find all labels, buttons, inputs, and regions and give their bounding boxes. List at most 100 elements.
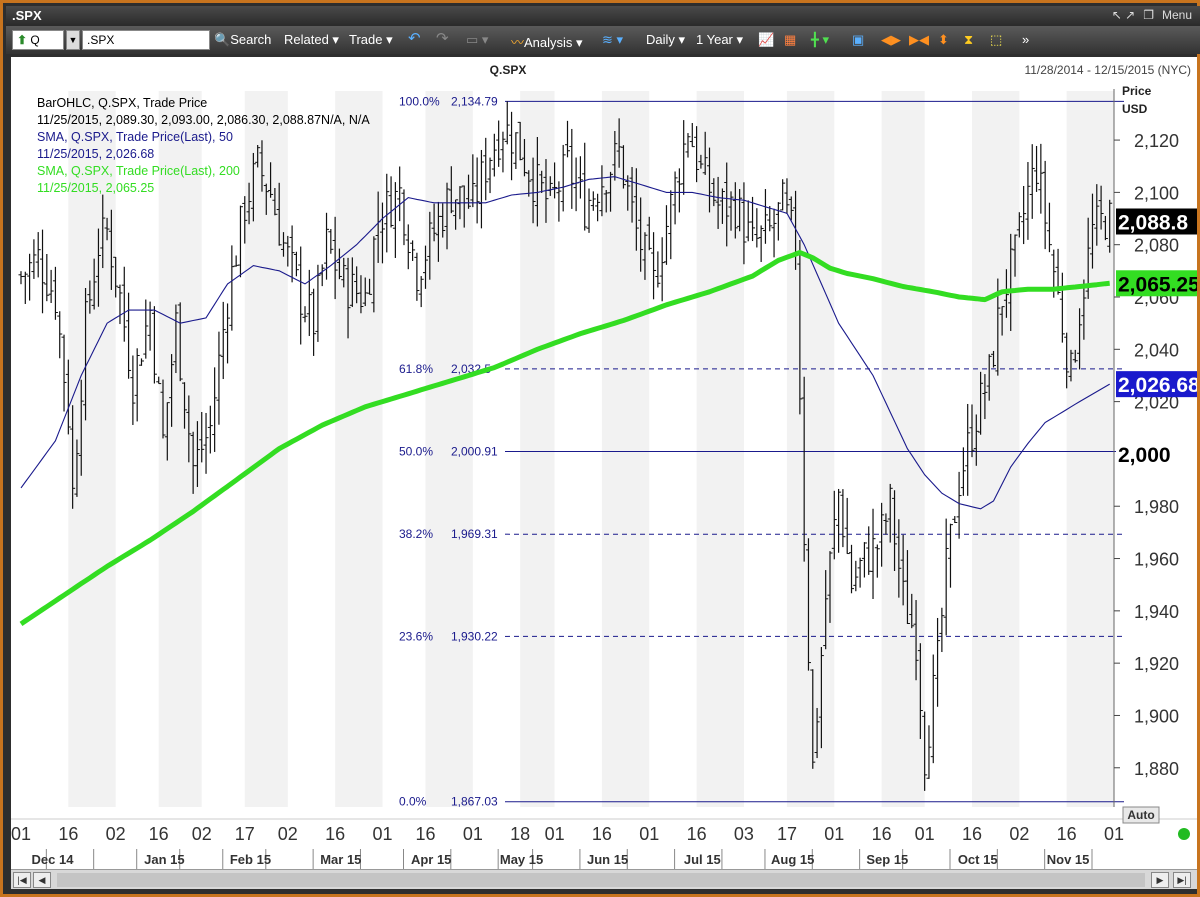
month-label: Jan 15 bbox=[144, 852, 184, 867]
price-badge-label: 2,000 bbox=[1118, 444, 1171, 467]
time-tick-label: 02 bbox=[106, 824, 126, 844]
month-label: Dec 14 bbox=[32, 852, 75, 867]
fib-value-label: 2,134.79 bbox=[451, 94, 498, 108]
chart-window: .SPX ↖ ↗ ❐ Menu ⬆ Q ▼ 🔍Search Related ▾ … bbox=[0, 0, 1200, 897]
legend-line: 11/25/2015, 2,089.30, 2,093.00, 2,086.30… bbox=[37, 113, 370, 127]
symbol-prefix-box[interactable]: ⬆ Q bbox=[12, 30, 64, 50]
search-button[interactable]: 🔍Search bbox=[214, 32, 271, 48]
price-tick-label: 2,080 bbox=[1134, 236, 1179, 256]
fib-pct-label: 100.0% bbox=[399, 94, 440, 108]
symbol-input[interactable] bbox=[82, 30, 210, 50]
fib-pct-label: 61.8% bbox=[399, 362, 433, 376]
redo-icon[interactable]: ↷ bbox=[436, 29, 449, 47]
arrows-icon[interactable]: ↖ ↗ bbox=[1112, 8, 1135, 22]
scroll-track[interactable] bbox=[57, 873, 1145, 887]
time-tick-label: 01 bbox=[11, 824, 31, 844]
hourglass-icon[interactable]: ⧗ bbox=[964, 32, 973, 48]
auto-scale-label: Auto bbox=[1127, 808, 1154, 822]
price-tick-label: 1,920 bbox=[1134, 654, 1179, 674]
grid-band bbox=[1066, 91, 1114, 807]
month-label: Aug 15 bbox=[771, 852, 814, 867]
restore-icon[interactable]: ❐ bbox=[1143, 8, 1154, 22]
time-tick-label: 16 bbox=[325, 824, 345, 844]
price-tick-label: 1,880 bbox=[1134, 759, 1179, 779]
toolbar: ⬆ Q ▼ 🔍Search Related ▾ Trade ▾ ↶ ↷ ▭ ▾ … bbox=[6, 26, 1200, 54]
grid-band bbox=[601, 91, 650, 807]
time-tick-label: 01 bbox=[639, 824, 659, 844]
analysis-button[interactable]: 〰Analysis ▾ bbox=[511, 32, 583, 51]
line-chart-icon[interactable]: 📈 bbox=[758, 32, 774, 48]
fib-pct-label: 38.2% bbox=[399, 527, 433, 541]
range-dropdown[interactable]: 1 Year ▾ bbox=[696, 32, 743, 48]
month-label: Apr 15 bbox=[411, 852, 451, 867]
price-tick-label: 2,100 bbox=[1134, 183, 1179, 203]
scroll-right-button[interactable]: ▶ bbox=[1151, 872, 1169, 888]
month-label: Sep 15 bbox=[866, 852, 908, 867]
month-label: Oct 15 bbox=[958, 852, 998, 867]
price-chart[interactable]: 100.0% 2,134.7961.8% 2,032.550.0% 2,000.913… bbox=[11, 57, 1200, 869]
month-label: Jul 15 bbox=[684, 852, 721, 867]
time-tick-label: 17 bbox=[777, 824, 797, 844]
interval-dropdown[interactable]: Daily ▾ bbox=[646, 32, 685, 48]
price-badge-label: 2,088.8 bbox=[1118, 211, 1188, 234]
symbol-dropdown-button[interactable]: ▼ bbox=[66, 30, 80, 50]
compare-icon[interactable]: ▦ bbox=[784, 32, 796, 48]
chart-area[interactable]: 100.0% 2,134.79 61.8% 2,032.5 50.0% 2,000.91 3… bbox=[11, 57, 1200, 869]
fib-value-label: 1,969.31 bbox=[451, 527, 498, 541]
chart-date-range: 11/28/2014 - 12/15/2015 (NYC) bbox=[1024, 63, 1191, 77]
fib-value-label: 2,000.91 bbox=[451, 445, 498, 459]
menu-button[interactable]: Menu bbox=[1162, 8, 1192, 22]
time-tick-label: 17 bbox=[235, 824, 255, 844]
time-tick-label: 01 bbox=[463, 824, 483, 844]
price-tick-label: 1,960 bbox=[1134, 550, 1179, 570]
legend-line: 11/25/2015, 2,065.25 bbox=[37, 181, 154, 195]
time-tick-label: 01 bbox=[1104, 824, 1124, 844]
undo-icon[interactable]: ↶ bbox=[408, 29, 421, 47]
time-tick-label: 16 bbox=[962, 824, 982, 844]
price-tick-label: 1,980 bbox=[1134, 497, 1179, 517]
trade-button[interactable]: Trade ▾ bbox=[349, 32, 393, 48]
crosshair-icon[interactable]: ╋ ▾ bbox=[811, 32, 829, 48]
status-indicator bbox=[1178, 828, 1190, 840]
zoom-icon[interactable]: ▶◀ bbox=[909, 32, 929, 48]
price-axis-label: Price bbox=[1122, 84, 1152, 98]
month-label: May 15 bbox=[500, 852, 543, 867]
time-tick-label: 16 bbox=[1057, 824, 1077, 844]
grid-band bbox=[335, 91, 383, 807]
time-tick-label: 16 bbox=[58, 824, 78, 844]
legend-line: BarOHLC, Q.SPX, Trade Price bbox=[37, 96, 207, 110]
time-tick-label: 16 bbox=[687, 824, 707, 844]
title-bar: .SPX ↖ ↗ ❐ Menu bbox=[6, 6, 1200, 26]
time-tick-label: 02 bbox=[192, 824, 212, 844]
analysis-icon: 〰 bbox=[511, 35, 525, 50]
scroll-end-button[interactable]: ▶| bbox=[1173, 872, 1191, 888]
chart-symbol-title: Q.SPX bbox=[490, 63, 527, 77]
price-badge-label: 2,065.25 bbox=[1118, 273, 1197, 296]
fib-pct-label: 50.0% bbox=[399, 445, 433, 459]
price-tick-label: 1,900 bbox=[1134, 706, 1179, 726]
time-tick-label: 16 bbox=[872, 824, 892, 844]
expand-icon[interactable]: ⬍ bbox=[938, 32, 949, 48]
more-icon[interactable]: » bbox=[1022, 32, 1029, 47]
month-label: Mar 15 bbox=[320, 852, 361, 867]
related-button[interactable]: Related ▾ bbox=[284, 32, 339, 48]
fib-value-label: 1,867.03 bbox=[451, 795, 498, 809]
time-tick-label: 01 bbox=[372, 824, 392, 844]
scroll-start-button[interactable]: |◀ bbox=[13, 872, 31, 888]
grid-band bbox=[158, 91, 202, 807]
price-tick-label: 2,120 bbox=[1134, 131, 1179, 151]
fib-pct-label: 23.6% bbox=[399, 629, 433, 643]
legend-line: SMA, Q.SPX, Trade Price(Last), 200 bbox=[37, 164, 240, 178]
studies-icon[interactable]: ≋ ▾ bbox=[602, 32, 623, 48]
calendar-icon[interactable]: ▣ bbox=[852, 32, 864, 48]
grid-band bbox=[786, 91, 835, 807]
folder-icon[interactable]: ▭ ▾ bbox=[466, 32, 488, 48]
scroll-left-button[interactable]: ◀ bbox=[33, 872, 51, 888]
select-icon[interactable]: ⬚ bbox=[990, 32, 1002, 48]
month-label: Jun 15 bbox=[587, 852, 628, 867]
chart-scrollbar[interactable]: |◀ ◀ ▶ ▶| bbox=[11, 869, 1197, 889]
time-tick-label: 16 bbox=[592, 824, 612, 844]
scroll-left-icon[interactable]: ◀▶ bbox=[881, 32, 901, 48]
price-tick-label: 1,940 bbox=[1134, 602, 1179, 622]
month-label: Nov 15 bbox=[1047, 852, 1090, 867]
